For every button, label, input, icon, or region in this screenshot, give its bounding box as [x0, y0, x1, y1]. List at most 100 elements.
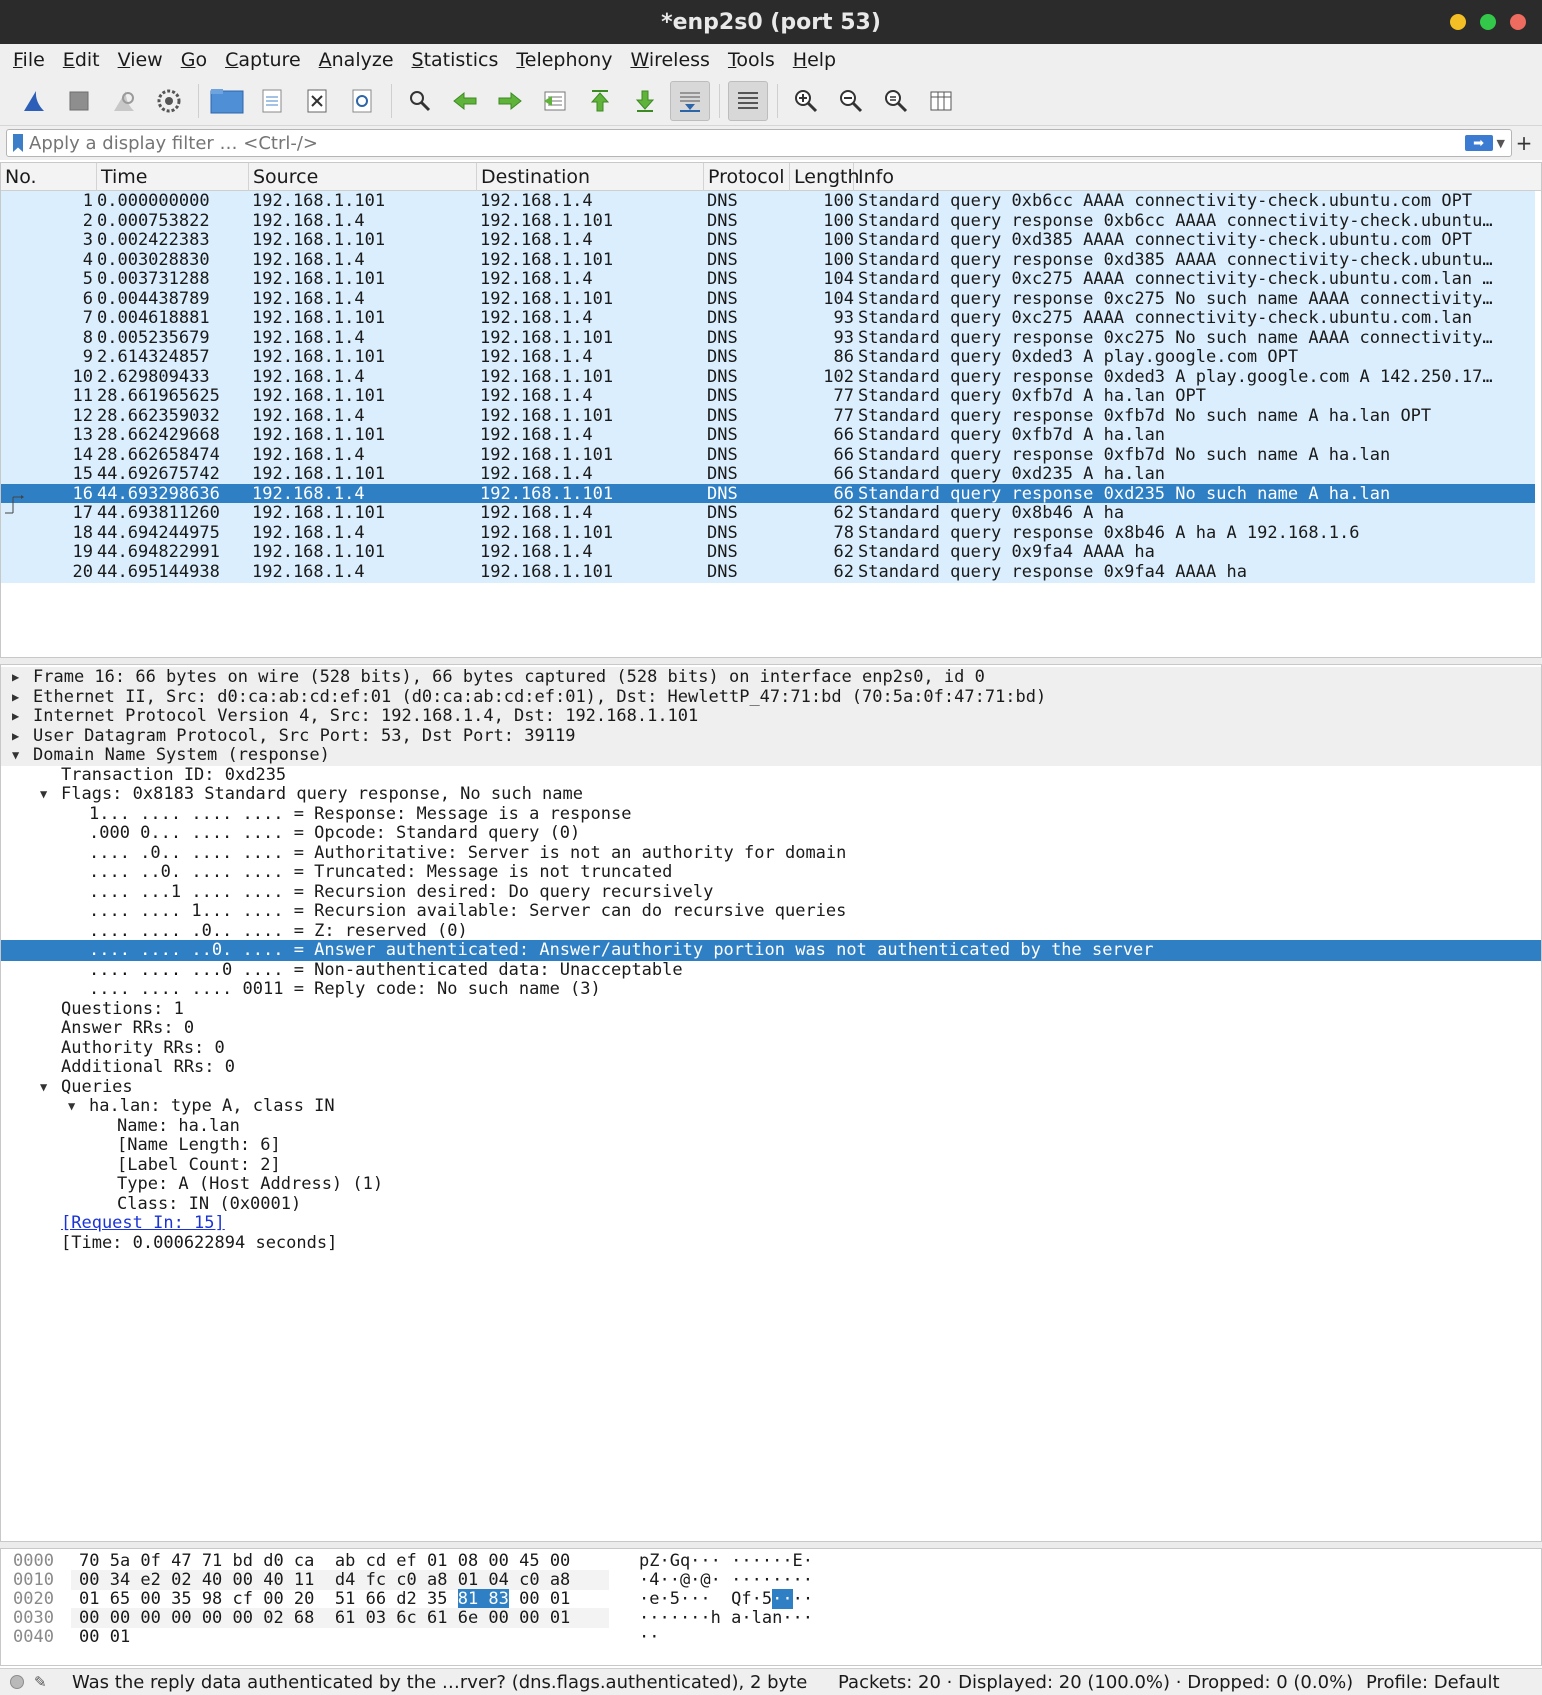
packet-row[interactable]: 14 28.662658474 192.168.1.4 192.168.1.101 DN…	[1, 444, 1535, 466]
expand-chevron-right-icon[interactable]: ▶	[12, 726, 26, 747]
hex-bytes[interactable]: 00 01	[79, 1627, 151, 1647]
menu-go[interactable]: Go	[172, 49, 216, 71]
detail-tree-item[interactable]: ▶ User Datagram Protocol, Src Port: 53, D…	[1, 725, 1541, 747]
detail-tree-item[interactable]: [Label Count: 2]	[1, 1155, 1541, 1176]
detail-tree-item[interactable]: Transaction ID: 0xd235	[1, 765, 1541, 786]
expert-info-led-icon[interactable]	[10, 1675, 24, 1689]
hex-bytes[interactable]: 70 5a 0f 47 71 bd d0 ca ab cd ef 01 08 0…	[79, 1551, 570, 1571]
detail-tree-item[interactable]: [Request In: 15]	[1, 1213, 1541, 1234]
stop-capture-button[interactable]	[59, 81, 99, 121]
packet-row[interactable]: 9 2.614324857 192.168.1.101 192.168.1.4 DNS 8…	[1, 347, 1535, 368]
restart-capture-button[interactable]	[104, 81, 144, 121]
packet-row[interactable]: 7 0.004618881 192.168.1.101 192.168.1.4 DNS 9…	[1, 308, 1535, 329]
menu-file[interactable]: File	[4, 49, 54, 71]
detail-tree-item[interactable]: ▼ Domain Name System (response)	[1, 745, 1541, 766]
close-file-button[interactable]	[297, 81, 337, 121]
add-filter-button-plus-icon[interactable]: +	[1512, 131, 1536, 155]
expand-chevron-down-icon[interactable]: ▼	[40, 784, 54, 805]
filter-history-chevron-down-icon[interactable]: ▼	[1497, 137, 1505, 150]
hex-row[interactable]: 0040 00 01 ··	[1, 1627, 1541, 1647]
hex-ascii[interactable]: pZ·Gq··· ······E·	[639, 1551, 813, 1571]
menu-analyze[interactable]: Analyze	[310, 49, 403, 71]
packet-row[interactable]: 2 0.000753822 192.168.1.4 192.168.1.101 DNS 1…	[1, 210, 1535, 232]
autoscroll-button[interactable]	[670, 80, 710, 121]
packet-row[interactable]: 19 44.694822991 192.168.1.101 192.168.1.4 DN…	[1, 542, 1535, 563]
save-file-button[interactable]	[252, 81, 292, 121]
minimize-button[interactable]	[1450, 14, 1466, 30]
last-packet-button[interactable]	[625, 81, 665, 121]
column-header-destination[interactable]: Destination	[477, 163, 704, 191]
detail-tree-item[interactable]: .... .... ...0 .... = Non-authenticated …	[1, 960, 1541, 981]
packet-row[interactable]: 3 0.002422383 192.168.1.101 192.168.1.4 DNS 1…	[1, 230, 1535, 251]
packet-row[interactable]: 5 0.003731288 192.168.1.101 192.168.1.4 DNS 1…	[1, 269, 1535, 290]
apply-filter-button[interactable]: ➡	[1464, 135, 1493, 151]
column-header-protocol[interactable]: Protocol	[704, 163, 790, 191]
go-forward-button[interactable]	[490, 81, 530, 121]
capture-options-button[interactable]	[149, 81, 189, 121]
zoom-in-button[interactable]	[786, 81, 826, 121]
packet-row[interactable]: 13 28.662429668 192.168.1.101 192.168.1.4 DN…	[1, 425, 1535, 446]
start-capture-button[interactable]	[14, 81, 54, 121]
hex-bytes[interactable]: 00 34 e2 02 40 00 40 11 d4 fc c0 a8 01 0…	[79, 1570, 570, 1590]
hex-bytes[interactable]: 00 00 00 00 00 00 02 68 61 03 6c 61 6e 0…	[79, 1608, 570, 1628]
menu-edit[interactable]: Edit	[54, 49, 109, 71]
detail-tree-item[interactable]: 1... .... .... .... = Response: Message …	[1, 804, 1541, 825]
resize-columns-button[interactable]	[921, 81, 961, 121]
expand-chevron-down-icon[interactable]: ▼	[40, 1077, 54, 1098]
status-profile[interactable]: Profile: Default	[1366, 1672, 1500, 1693]
packet-row[interactable]: 16 44.693298636 192.168.1.4 192.168.1.101 DN…	[1, 483, 1535, 505]
detail-tree-item[interactable]: .... .... 1... .... = Recursion availabl…	[1, 901, 1541, 922]
packet-row[interactable]: 1 0.000000000 192.168.1.101 192.168.1.4 DNS 1…	[1, 191, 1535, 212]
expand-chevron-down-icon[interactable]: ▼	[68, 1096, 82, 1117]
column-header-source[interactable]: Source	[249, 163, 477, 191]
reload-file-button[interactable]	[342, 81, 382, 121]
zoom-out-button[interactable]	[831, 81, 871, 121]
detail-tree-item[interactable]: Answer RRs: 0	[1, 1018, 1541, 1039]
expand-chevron-right-icon[interactable]: ▶	[12, 667, 26, 688]
menu-view[interactable]: View	[109, 49, 172, 71]
hex-ascii[interactable]: ·4··@·@· ········	[639, 1570, 813, 1590]
detail-tree-item[interactable]: Class: IN (0x0001)	[1, 1194, 1541, 1215]
colorize-button[interactable]	[728, 80, 768, 121]
packet-row[interactable]: 17 44.693811260 192.168.1.101 192.168.1.4 DN…	[1, 503, 1535, 524]
hex-ascii[interactable]: ·······h a·lan···	[639, 1608, 813, 1628]
detail-tree-item[interactable]: ▼ Queries	[1, 1077, 1541, 1098]
detail-tree-item[interactable]: Name: ha.lan	[1, 1116, 1541, 1137]
detail-tree-item[interactable]: .... .0.. .... .... = Authoritative: Ser…	[1, 843, 1541, 864]
packet-row[interactable]: 12 28.662359032 192.168.1.4 192.168.1.101 DN…	[1, 405, 1535, 427]
detail-tree-item[interactable]: Questions: 1	[1, 999, 1541, 1020]
detail-tree-item[interactable]: ▶ Frame 16: 66 bytes on wire (528 bits), …	[1, 667, 1541, 688]
first-packet-button[interactable]	[580, 81, 620, 121]
detail-tree-item[interactable]: Type: A (Host Address) (1)	[1, 1174, 1541, 1195]
detail-tree-item[interactable]: ▶ Ethernet II, Src: d0:ca:ab:cd:ef:01 (d0…	[1, 686, 1541, 708]
detail-tree-item[interactable]: ▶ Internet Protocol Version 4, Src: 192.1…	[1, 706, 1541, 727]
menu-wireless[interactable]: Wireless	[621, 49, 719, 71]
detail-tree-item[interactable]: Authority RRs: 0	[1, 1038, 1541, 1059]
hex-bytes[interactable]: 01 65 00 35 98 cf 00 20 51 66 d2 35 81 8…	[79, 1589, 570, 1609]
display-filter-input[interactable]	[29, 132, 1465, 154]
bookmark-icon[interactable]	[13, 134, 23, 152]
detail-tree-item[interactable]: .000 0... .... .... = Opcode: Standard q…	[1, 823, 1541, 844]
detail-tree-item[interactable]: .... .... .0.. .... = Z: reserved (0)	[1, 921, 1541, 942]
detail-tree-item[interactable]: Additional RRs: 0	[1, 1057, 1541, 1078]
hex-row[interactable]: 0030 00 00 00 00 00 00 02 68 61 03 6c 61 …	[1, 1608, 1541, 1628]
detail-tree-item[interactable]: .... ..0. .... .... = Truncated: Message…	[1, 862, 1541, 883]
detail-tree-item[interactable]: ▼ Flags: 0x8183 Standard query response, …	[1, 784, 1541, 805]
menu-statistics[interactable]: Statistics	[403, 49, 508, 71]
column-header-no[interactable]: No.	[1, 163, 97, 191]
go-back-button[interactable]	[445, 81, 485, 121]
packet-row[interactable]: 11 28.661965625 192.168.1.101 192.168.1.4 DN…	[1, 386, 1535, 407]
detail-tree-item[interactable]: .... .... .... 0011 = Reply code: No suc…	[1, 979, 1541, 1000]
detail-tree-item[interactable]: [Time: 0.000622894 seconds]	[1, 1233, 1541, 1254]
hex-row[interactable]: 0000 70 5a 0f 47 71 bd d0 ca ab cd ef 01 …	[1, 1551, 1541, 1571]
packet-row[interactable]: 4 0.003028830 192.168.1.4 192.168.1.101 DNS 1…	[1, 249, 1535, 271]
packet-row[interactable]: 6 0.004438789 192.168.1.4 192.168.1.101 DNS 1…	[1, 288, 1535, 310]
column-header-info[interactable]: Info	[854, 163, 1539, 191]
detail-tree-label[interactable]: [Request In: 15]	[61, 1213, 225, 1234]
hex-row[interactable]: 0010 00 34 e2 02 40 00 40 11 d4 fc c0 a8 …	[1, 1570, 1541, 1590]
capture-comment-pencil-icon[interactable]: ✎	[34, 1673, 50, 1691]
expand-chevron-right-icon[interactable]: ▶	[12, 687, 26, 708]
column-header-length[interactable]: Length	[790, 163, 860, 191]
packet-row[interactable]: 18 44.694244975 192.168.1.4 192.168.1.101 DN…	[1, 522, 1535, 544]
menu-telephony[interactable]: Telephony	[507, 49, 621, 71]
